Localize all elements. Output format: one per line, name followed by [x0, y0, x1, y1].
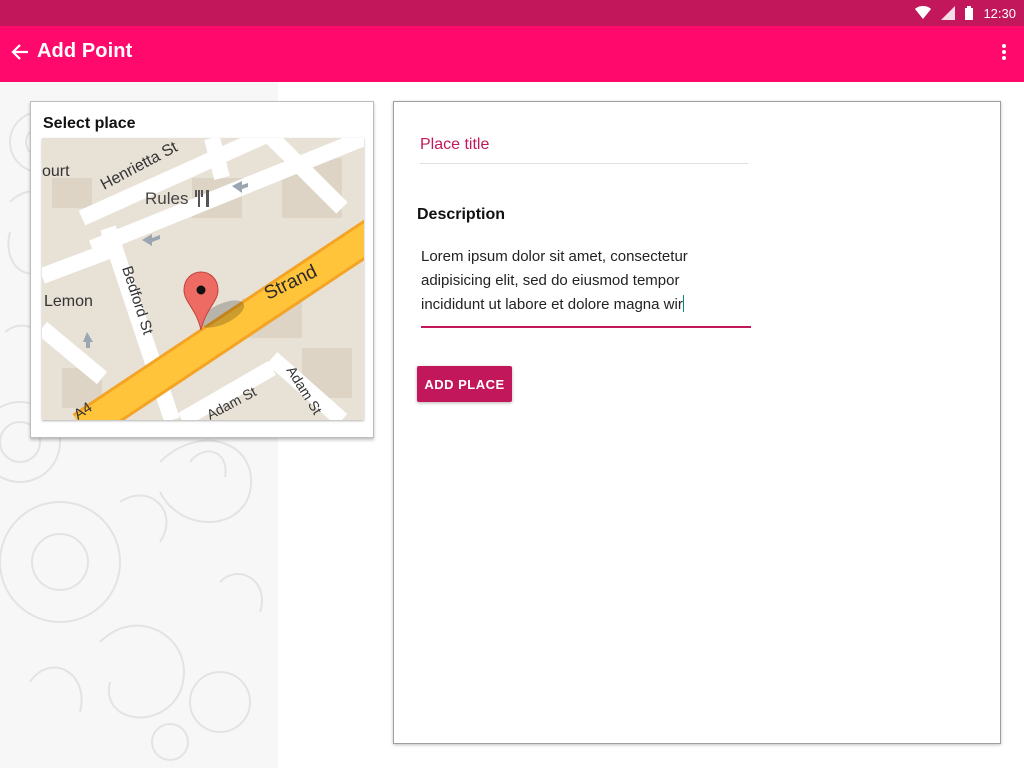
overflow-menu-button[interactable]	[994, 38, 1014, 70]
signal-icon	[941, 6, 956, 20]
description-input[interactable]: Lorem ipsum dolor sit amet, consectetur …	[421, 245, 751, 328]
app-bar: Add Point	[0, 26, 1024, 82]
wifi-icon	[915, 6, 932, 20]
select-place-card: Select place Henrietta St ourt Rules Lem…	[30, 101, 374, 438]
text-caret	[682, 295, 684, 312]
map-view[interactable]: Henrietta St ourt Rules Lemon Bedford St…	[42, 138, 364, 420]
place-title-input[interactable]: Place title	[420, 132, 748, 164]
status-time: 12:30	[983, 5, 1016, 21]
page-title: Add Point	[37, 40, 133, 62]
arrow-left-icon	[11, 43, 29, 65]
map-label-fragment: ourt	[42, 163, 70, 180]
select-place-title: Select place	[43, 115, 136, 132]
map-label-rules: Rules	[145, 189, 188, 208]
back-button[interactable]	[6, 38, 34, 70]
map-label-lemon: Lemon	[44, 293, 93, 310]
description-label: Description	[417, 206, 506, 223]
more-vert-icon	[1002, 43, 1006, 65]
place-form-card: Place title Description Lorem ipsum dolo…	[393, 101, 1001, 744]
description-text: Lorem ipsum dolor sit amet, consectetur …	[421, 248, 688, 313]
place-title-placeholder: Place title	[420, 136, 490, 153]
battery-icon	[965, 6, 974, 20]
add-place-button[interactable]: ADD PLACE	[417, 366, 512, 402]
status-bar: 12:30	[0, 0, 1024, 26]
